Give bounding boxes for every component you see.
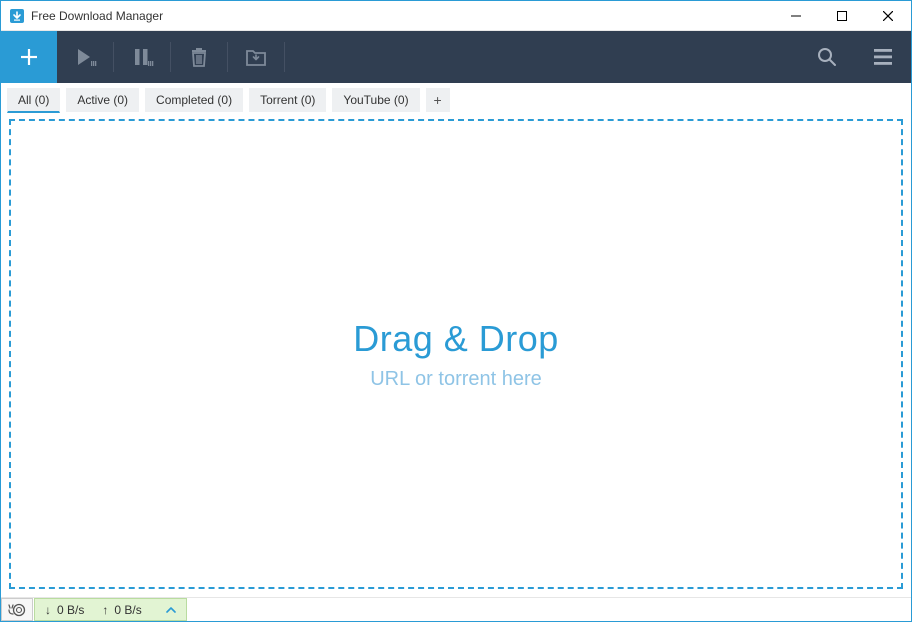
plus-icon: + <box>433 92 441 108</box>
up-arrow-icon: ↑ <box>102 603 108 617</box>
window-title: Free Download Manager <box>31 9 163 23</box>
upload-speed-value: 0 B/s <box>114 603 141 617</box>
add-download-button[interactable] <box>1 31 57 83</box>
maximize-button[interactable] <box>819 1 865 31</box>
app-icon <box>9 8 25 24</box>
drop-zone[interactable]: Drag & Drop URL or torrent here <box>9 119 903 589</box>
upload-speed: ↑ 0 B/s <box>102 603 141 617</box>
titlebar: Free Download Manager <box>1 1 911 31</box>
hamburger-menu-button[interactable] <box>855 31 911 83</box>
delete-button[interactable] <box>171 31 227 83</box>
main-toolbar <box>1 31 911 83</box>
add-filter-button[interactable]: + <box>426 88 450 112</box>
content-area: Drag & Drop URL or torrent here <box>1 113 911 597</box>
pause-all-button[interactable] <box>114 31 170 83</box>
chevron-up-icon <box>166 606 176 614</box>
download-speed-value: 0 B/s <box>57 603 84 617</box>
snail-mode-button[interactable] <box>1 598 33 621</box>
close-button[interactable] <box>865 1 911 31</box>
filter-tabs: All (0) Active (0) Completed (0) Torrent… <box>1 83 911 113</box>
download-speed: ↓ 0 B/s <box>45 603 84 617</box>
filter-tab-youtube[interactable]: YouTube (0) <box>332 88 419 112</box>
filter-tab-torrent[interactable]: Torrent (0) <box>249 88 326 112</box>
speed-panel[interactable]: ↓ 0 B/s ↑ 0 B/s <box>34 598 187 621</box>
search-button[interactable] <box>799 31 855 83</box>
filter-tab-all[interactable]: All (0) <box>7 88 60 113</box>
minimize-button[interactable] <box>773 1 819 31</box>
dropzone-subtitle: URL or torrent here <box>370 368 542 391</box>
down-arrow-icon: ↓ <box>45 603 51 617</box>
start-all-button[interactable] <box>57 31 113 83</box>
expand-speed-panel-button[interactable] <box>166 606 176 614</box>
filter-tab-completed[interactable]: Completed (0) <box>145 88 243 112</box>
filter-tab-active[interactable]: Active (0) <box>66 88 139 112</box>
dropzone-title: Drag & Drop <box>353 318 559 360</box>
move-to-folder-button[interactable] <box>228 31 284 83</box>
status-bar: ↓ 0 B/s ↑ 0 B/s <box>1 597 911 621</box>
